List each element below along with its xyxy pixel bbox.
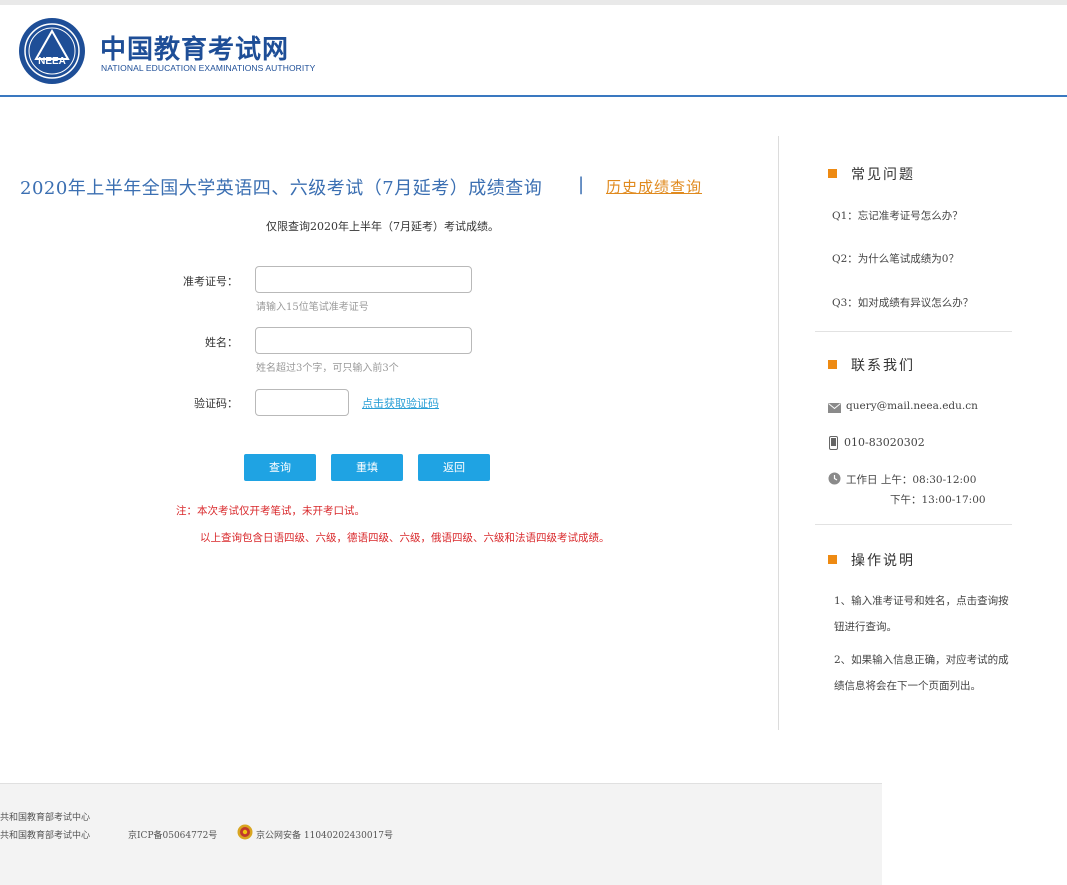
- ticket-number-input[interactable]: [255, 266, 472, 293]
- get-captcha-link[interactable]: 点击获取验证码: [362, 395, 439, 411]
- emblem-text: NEEA: [38, 56, 66, 67]
- page-subtitle: 仅限查询2020年上半年（7月延考）考试成绩。: [266, 220, 499, 233]
- name-hint: 姓名超过3个字，可只输入前3个: [256, 363, 399, 374]
- sidebar-separator: [815, 331, 1012, 332]
- back-button[interactable]: 返回: [418, 454, 490, 481]
- section-marker-icon: [828, 555, 837, 564]
- phone-icon: [829, 436, 838, 450]
- ticket-number-hint: 请输入15位笔试准考证号: [256, 302, 369, 313]
- footer-org-line-1: 共和国教育部考试中心: [0, 813, 91, 823]
- faq-item-2[interactable]: Q2：为什么笔试成绩为0？: [832, 251, 959, 266]
- sidebar-separator: [815, 524, 1012, 525]
- contact-heading: 联系我们: [828, 355, 915, 375]
- police-badge-icon: [237, 824, 253, 840]
- working-hours-afternoon: 下午：13:00-17:00: [890, 494, 986, 506]
- guide-step-2: 2、如果输入信息正确，对应考试的成绩信息将会在下一个页面列出。: [834, 654, 1009, 692]
- query-button[interactable]: 查询: [244, 454, 316, 481]
- section-marker-icon: [828, 360, 837, 369]
- header-divider: [0, 95, 1067, 97]
- guide-heading-label: 操作说明: [851, 553, 915, 569]
- name-label: 姓名：: [205, 336, 238, 349]
- working-hours-morning: 工作日 上午：08:30-12:00: [846, 474, 977, 486]
- captcha-label: 验证码：: [194, 397, 238, 410]
- captcha-input[interactable]: [255, 389, 349, 416]
- faq-heading-label: 常见问题: [851, 167, 915, 183]
- page-title: 2020年上半年全国大学英语四、六级考试（7月延考）成绩查询: [20, 178, 543, 199]
- neea-emblem-icon[interactable]: NEEA: [18, 17, 86, 85]
- mail-icon: [828, 403, 841, 413]
- reset-button[interactable]: 重填: [331, 454, 403, 481]
- clock-icon: [828, 472, 841, 485]
- contact-email[interactable]: query@mail.neea.edu.cn: [846, 400, 978, 412]
- title-separator: |: [578, 174, 585, 195]
- note-oral-exam: 注：本次考试仅开考笔试，未开考口试。: [176, 505, 365, 517]
- sidebar-divider: [778, 136, 779, 730]
- faq-item-3[interactable]: Q3：如对成绩有异议怎么办？: [832, 295, 973, 310]
- footer-org-line-2: 共和国教育部考试中心: [0, 831, 91, 841]
- contact-heading-label: 联系我们: [851, 358, 915, 374]
- faq-item-1[interactable]: Q1：忘记准考证号怎么办？: [832, 208, 963, 223]
- guide-step-1: 1、输入准考证号和姓名，点击查询按钮进行查询。: [834, 595, 1009, 633]
- ticket-number-label: 准考证号：: [183, 275, 238, 288]
- history-scores-link[interactable]: 历史成绩查询: [606, 176, 702, 197]
- icp-record[interactable]: 京ICP备05064772号: [128, 828, 217, 841]
- guide-heading: 操作说明: [828, 550, 915, 570]
- police-record[interactable]: 京公网安备 11040202430017号: [256, 828, 393, 841]
- contact-phone: 010-83020302: [844, 436, 925, 449]
- site-header: NEEA 中国教育考试网 NATIONAL EDUCATION EXAMINAT…: [0, 5, 1067, 95]
- faq-heading: 常见问题: [828, 164, 915, 184]
- name-input[interactable]: [255, 327, 472, 354]
- section-marker-icon: [828, 169, 837, 178]
- site-name-cn[interactable]: 中国教育考试网: [100, 29, 289, 66]
- site-name-en: NATIONAL EDUCATION EXAMINATIONS AUTHORIT…: [101, 63, 316, 73]
- note-languages: 以上查询包含日语四级、六级，德语四级、六级，俄语四级、六级和法语四级考试成绩。: [200, 532, 610, 544]
